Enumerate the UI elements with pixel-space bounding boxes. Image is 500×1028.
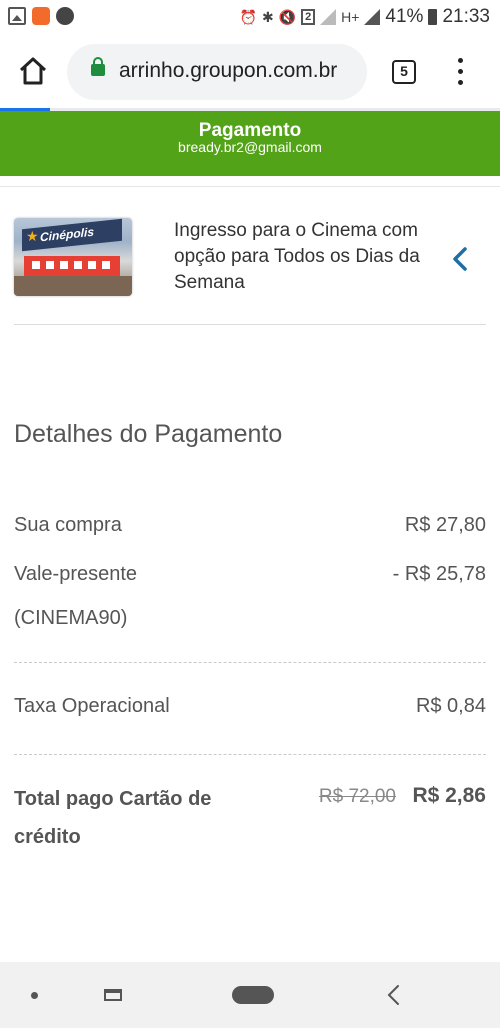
spotify-icon [56,7,74,25]
voucher-label: Vale-presente [14,563,138,585]
mute-icon: 🔇 [278,8,297,25]
fee-label: Taxa Operacional [14,695,170,717]
chevron-left-icon[interactable] [450,246,468,272]
product-title: Ingresso para o Cinema com opção para To… [174,220,420,293]
bluetooth-icon: ✱ [261,8,274,25]
star-icon: ★ [26,228,39,244]
voucher-value: - R$ 25,78 [392,563,486,585]
purchase-value: R$ 27,80 [404,514,486,536]
total-label: Total pago Cartão de crédito [14,788,212,848]
product-thumbnail: Cinépolis ★ [14,218,132,296]
status-bar: ⏰ ✱ 🔇 2 H+ 41% 21:33 [0,0,500,34]
notification-count-badge: 2 [301,9,316,25]
lock-icon [91,57,105,76]
battery-percent: 41% [385,6,424,27]
total-paid-price: R$ 2,86 [412,784,486,807]
assistant-dot-icon[interactable] [31,992,38,999]
total-original-price: R$ 72,00 [318,786,396,807]
user-email: bready.br2@gmail.com [178,139,322,155]
page-header: Pagamento bready.br2@gmail.com [0,111,500,176]
home-icon[interactable] [18,56,48,86]
fee-value: R$ 0,84 [415,695,486,717]
payment-details-title: Detalhes do Pagamento [14,420,283,448]
menu-icon[interactable] [453,58,469,86]
battery-icon [428,9,438,25]
clock: 21:33 [442,6,490,27]
divider [14,662,486,663]
divider [14,324,486,325]
tabs-button[interactable]: 5 [392,60,416,84]
network-type: H+ [341,9,360,25]
system-nav-bar [0,962,500,1028]
back-icon[interactable] [386,984,400,1006]
purchase-label: Sua compra [14,514,122,536]
app-notification-icon [32,7,50,25]
gallery-icon [8,7,26,25]
divider [0,186,500,187]
voucher-code: (CINEMA90) [14,607,128,629]
recents-icon[interactable] [104,989,122,1001]
address-bar[interactable]: arrinho.groupon.com.br [67,44,367,100]
divider [14,754,486,755]
alarm-icon: ⏰ [239,8,257,25]
home-pill-icon[interactable] [232,986,274,1004]
url-text: arrinho.groupon.com.br [119,59,338,82]
browser-toolbar: arrinho.groupon.com.br 5 [0,34,500,110]
signal-icon [320,9,337,25]
signal-strength-icon [364,9,381,25]
